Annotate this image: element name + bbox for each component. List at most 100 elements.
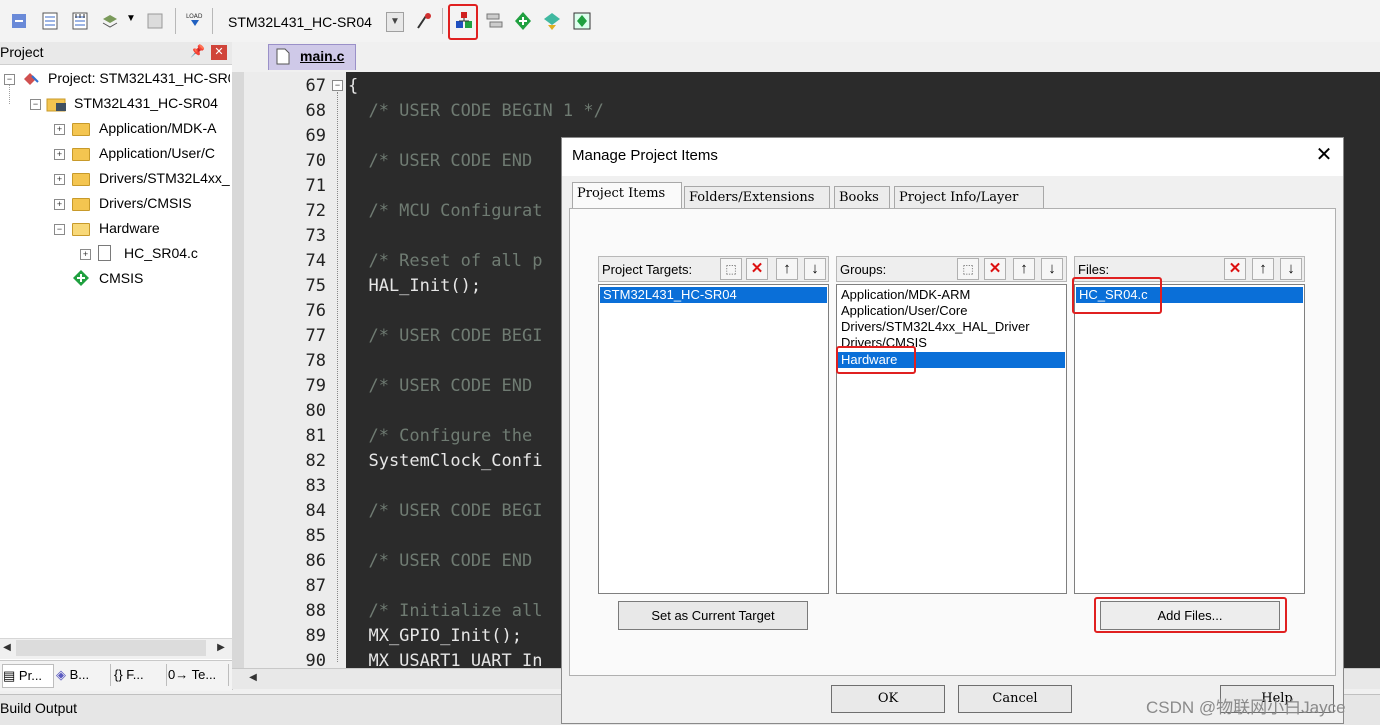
line-number: 76 (305, 301, 326, 321)
collapse-icon[interactable]: − (30, 99, 41, 110)
delete-icon[interactable]: ✕ (984, 258, 1006, 280)
window-layout-icon[interactable] (484, 11, 504, 31)
code-line: SystemClock_Confi (348, 451, 543, 471)
tab-project[interactable]: ▤ Pr... (2, 664, 54, 688)
expand-icon[interactable]: + (54, 174, 65, 185)
line-number: 71 (305, 176, 326, 196)
highlight-box (1094, 597, 1287, 633)
rebuild-icon[interactable] (70, 11, 90, 31)
select-software-packs-icon[interactable] (542, 11, 562, 31)
dialog-title: Manage Project Items (572, 147, 718, 164)
tree-item-target[interactable]: STM32L431_HC-SR04 (74, 95, 230, 111)
move-up-icon[interactable]: ↑ (776, 258, 798, 280)
target-options-icon[interactable] (414, 11, 434, 31)
pin-icon[interactable]: 📌 (190, 44, 205, 58)
translate-icon[interactable] (10, 11, 30, 31)
run-time-environment-icon[interactable] (572, 11, 592, 31)
collapse-icon[interactable]: − (54, 224, 65, 235)
scroll-left-icon[interactable]: ◀ (0, 640, 14, 656)
move-up-icon[interactable]: ↑ (1252, 258, 1274, 280)
line-number: 83 (305, 476, 326, 496)
tree-item-group-hardware[interactable]: Hardware (99, 220, 230, 236)
expand-icon[interactable]: + (54, 149, 65, 160)
code-line: { (348, 76, 359, 96)
tree-item-group[interactable]: Drivers/CMSIS (99, 195, 230, 211)
fold-line (337, 92, 338, 662)
cancel-button[interactable]: Cancel (958, 685, 1072, 713)
tree-item-project-root[interactable]: Project: STM32L431_HC-SR04 (48, 70, 230, 86)
tab-templates[interactable]: 0→ Te... (168, 664, 229, 686)
tab-project-info-layer[interactable]: Project Info/Layer (894, 186, 1044, 208)
tree-item-group[interactable]: Drivers/STM32L4xx_ (99, 170, 230, 186)
scroll-right-icon[interactable]: ▶ (214, 640, 228, 656)
line-number: 72 (305, 201, 326, 221)
line-number: 84 (305, 501, 326, 521)
chevron-down-icon[interactable]: ▼ (126, 13, 136, 24)
delete-icon[interactable]: ✕ (746, 258, 768, 280)
highlight-box (836, 346, 916, 374)
code-line: /* Initialize all (348, 601, 543, 621)
code-line: /* Configure the (348, 426, 533, 446)
move-down-icon[interactable]: ↓ (1041, 258, 1063, 280)
line-number: 69 (305, 126, 326, 146)
highlight-box (1072, 277, 1162, 314)
list-item-group[interactable]: Application/User/Core (838, 303, 1065, 319)
code-line: /* Reset of all p (348, 251, 543, 271)
new-group-icon[interactable]: ⬚ (957, 258, 979, 280)
code-line: /* MCU Configurat (348, 201, 543, 221)
line-number: 77 (305, 326, 326, 346)
close-icon[interactable]: ✕ (211, 45, 227, 60)
c-file-icon (98, 245, 111, 261)
pack-installer-icon[interactable] (513, 11, 533, 31)
editor-margin (232, 72, 244, 668)
tab-functions[interactable]: {} F... (114, 664, 167, 686)
new-target-icon[interactable]: ⬚ (720, 258, 742, 280)
close-icon[interactable]: ✕ (1313, 144, 1335, 166)
targets-list[interactable] (598, 284, 829, 594)
expand-icon[interactable]: + (54, 124, 65, 135)
tree-item-file[interactable]: HC_SR04.c (124, 245, 230, 261)
fold-collapse-icon[interactable]: − (332, 80, 343, 91)
line-number: 88 (305, 601, 326, 621)
cmsis-icon (73, 270, 89, 286)
tab-project-items[interactable]: Project Items (572, 182, 682, 209)
line-number: 80 (305, 401, 326, 421)
code-line: /* USER CODE BEGIN 1 */ (348, 101, 604, 121)
scrollbar-thumb[interactable] (16, 640, 206, 656)
tab-books[interactable]: ◈ B... (56, 664, 111, 686)
tab-folders-extensions[interactable]: Folders/Extensions (684, 186, 830, 208)
list-item-group[interactable]: Drivers/STM32L4xx_HAL_Driver (838, 319, 1065, 335)
move-down-icon[interactable]: ↓ (804, 258, 826, 280)
files-list[interactable] (1074, 284, 1305, 594)
batch-build-icon[interactable] (100, 11, 120, 31)
toolbar: ▼ LOAD STM32L431_HC-SR04 ▼ (0, 0, 1380, 43)
set-as-current-target-button[interactable]: Set as Current Target (618, 601, 808, 630)
code-line: /* USER CODE BEGI (348, 501, 543, 521)
expand-icon[interactable]: + (54, 199, 65, 210)
books-tab-icon: ◈ (56, 667, 66, 682)
tab-books[interactable]: Books (834, 186, 890, 208)
expand-icon[interactable]: + (80, 249, 91, 260)
move-up-icon[interactable]: ↑ (1013, 258, 1035, 280)
project-panel (0, 42, 233, 690)
chevron-down-icon[interactable]: ▼ (386, 12, 404, 32)
project-icon (24, 73, 39, 85)
line-number: 75 (305, 276, 326, 296)
collapse-icon[interactable]: − (4, 74, 15, 85)
delete-icon[interactable]: ✕ (1224, 258, 1246, 280)
target-select[interactable]: STM32L431_HC-SR04 (220, 10, 406, 34)
move-down-icon[interactable]: ↓ (1280, 258, 1302, 280)
build-icon[interactable] (40, 11, 60, 31)
line-number: 74 (305, 251, 326, 271)
ok-button[interactable]: OK (831, 685, 945, 713)
list-item-target[interactable]: STM32L431_HC-SR04 (600, 287, 827, 303)
stop-build-icon[interactable] (145, 11, 165, 31)
tree-item-group[interactable]: Application/User/C (99, 145, 230, 161)
code-line: MX_GPIO_Init(); (348, 626, 522, 646)
tree-line (9, 84, 10, 104)
scroll-left-icon[interactable]: ◀ (246, 670, 260, 686)
tree-item-group[interactable]: Application/MDK-A (99, 120, 230, 136)
list-item-group[interactable]: Application/MDK-ARM (838, 287, 1065, 303)
tree-item-cmsis[interactable]: CMSIS (99, 270, 230, 286)
load-icon[interactable]: LOAD (185, 11, 205, 31)
